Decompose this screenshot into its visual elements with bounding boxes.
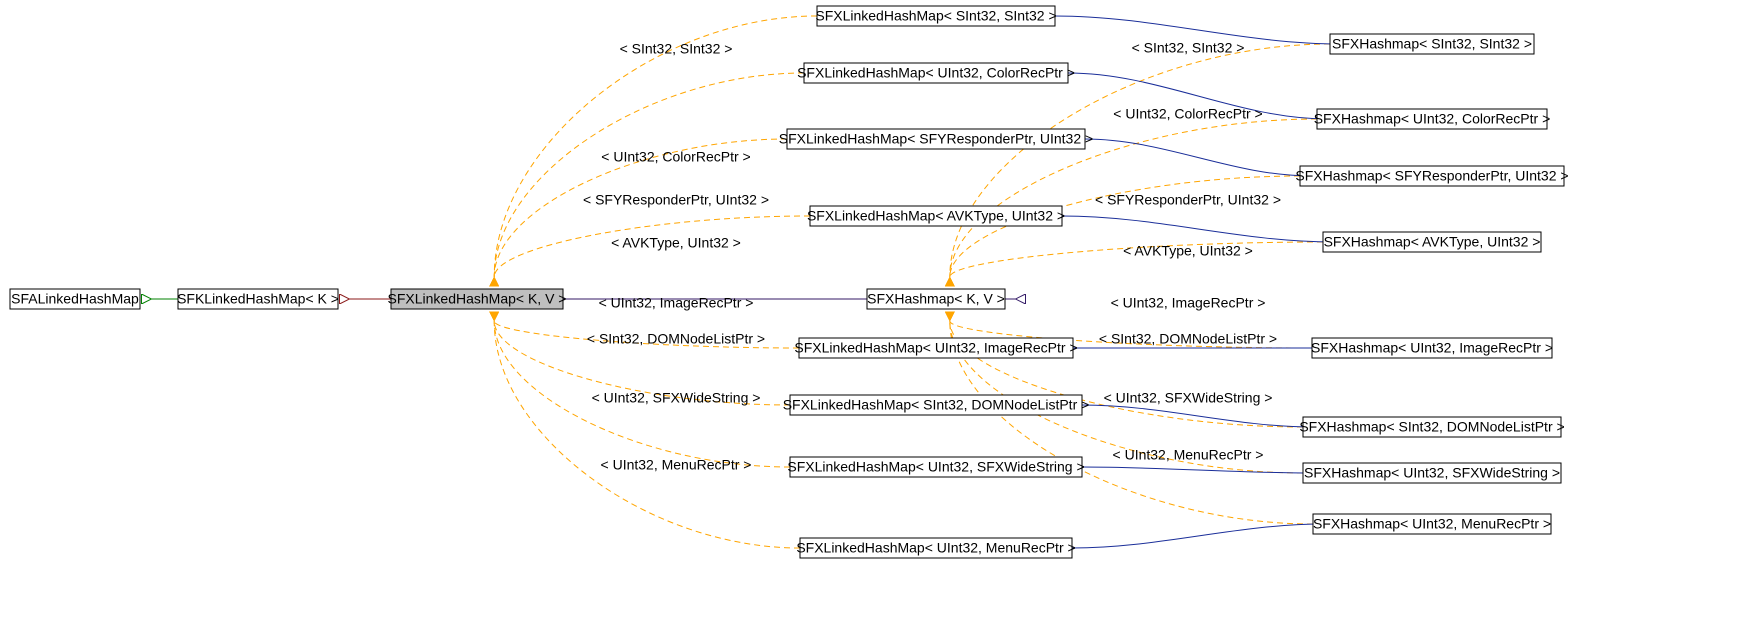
edge-label-HASH_S32-to-HASH_KV: < SInt32, SInt32 >	[1132, 40, 1245, 56]
edge-label-HASH_AVK-to-HASH_KV: < AVKType, UInt32 >	[1123, 243, 1253, 259]
node-HASH_WS[interactable]: SFXHashmap< UInt32, SFXWideString >	[1303, 463, 1561, 483]
node-label-HASH_AVK: SFXHashmap< AVKType, UInt32 >	[1324, 234, 1541, 250]
node-HASH_IMG[interactable]: SFXHashmap< UInt32, ImageRecPtr >	[1311, 338, 1553, 358]
edge-SFX_MENU-to-SFX_KV	[494, 321, 800, 548]
inheritance-diagram: < SInt32, SInt32 > < UInt32, ColorRecPtr …	[0, 0, 1760, 636]
node-label-HASH_CLR: SFXHashmap< UInt32, ColorRecPtr >	[1314, 111, 1551, 127]
node-label-SFX_CLR: SFXLinkedHashMap< UInt32, ColorRecPtr >	[797, 65, 1075, 81]
edge-SFX_AVK-to-HASH_AVK	[1062, 216, 1334, 242]
node-SFX_CLR[interactable]: SFXLinkedHashMap< UInt32, ColorRecPtr >	[797, 63, 1075, 83]
node-label-SFX_AVK: SFXLinkedHashMap< AVKType, UInt32 >	[807, 208, 1065, 224]
edge-SFX_WS-to-HASH_WS	[1082, 467, 1314, 473]
edge-label-SFX_RSP-to-SFX_KV: < SFYResponderPtr, UInt32 >	[583, 192, 769, 208]
node-SFX_RSP[interactable]: SFXLinkedHashMap< SFYResponderPtr, UInt3…	[779, 129, 1093, 149]
node-label-SFX_RSP: SFXLinkedHashMap< SFYResponderPtr, UInt3…	[779, 131, 1093, 147]
edge-SFX_MENU-to-HASH_MENU	[1072, 524, 1324, 548]
node-HASH_AVK[interactable]: SFXHashmap< AVKType, UInt32 >	[1323, 232, 1541, 252]
node-label-SFX_DOM: SFXLinkedHashMap< SInt32, DOMNodeListPtr…	[783, 397, 1090, 413]
edge-label-HASH_RSP-to-HASH_KV: < SFYResponderPtr, UInt32 >	[1095, 192, 1281, 208]
node-SFA[interactable]: SFALinkedHashMap	[10, 289, 140, 309]
edge-SFX_DOM-to-HASH_DOM	[1082, 405, 1314, 427]
edge-label-SFX_CLR-to-SFX_KV: < UInt32, ColorRecPtr >	[601, 149, 750, 165]
edge-label-HASH_DOM-to-HASH_KV: < SInt32, DOMNodeListPtr >	[1099, 331, 1277, 347]
node-label-SFX_S32: SFXLinkedHashMap< SInt32, SInt32 >	[815, 8, 1056, 24]
edge-SFX_RSP-to-HASH_RSP	[1085, 139, 1311, 176]
node-label-SFX_KV: SFXLinkedHashMap< K, V >	[388, 291, 567, 307]
edge-label-SFX_S32-to-SFX_KV: < SInt32, SInt32 >	[620, 41, 733, 57]
node-HASH_RSP[interactable]: SFXHashmap< SFYResponderPtr, UInt32 >	[1295, 166, 1568, 186]
edge-label-SFX_WS-to-SFX_KV: < UInt32, SFXWideString >	[592, 390, 761, 406]
node-label-HASH_IMG: SFXHashmap< UInt32, ImageRecPtr >	[1311, 340, 1553, 356]
node-SFX_WS[interactable]: SFXLinkedHashMap< UInt32, SFXWideString …	[787, 457, 1084, 477]
node-HASH_KV[interactable]: SFXHashmap< K, V >	[867, 289, 1005, 309]
edge-label-SFX_IMG-to-SFX_KV: < UInt32, ImageRecPtr >	[599, 295, 754, 311]
node-label-HASH_S32: SFXHashmap< SInt32, SInt32 >	[1332, 36, 1532, 52]
node-label-SFX_WS: SFXLinkedHashMap< UInt32, SFXWideString …	[787, 459, 1084, 475]
edge-label-HASH_CLR-to-HASH_KV: < UInt32, ColorRecPtr >	[1113, 106, 1262, 122]
node-SFX_MENU[interactable]: SFXLinkedHashMap< UInt32, MenuRecPtr >	[796, 538, 1075, 558]
edge-label-HASH_WS-to-HASH_KV: < UInt32, SFXWideString >	[1104, 390, 1273, 406]
node-SFK[interactable]: SFKLinkedHashMap< K >	[177, 289, 339, 309]
node-label-SFK: SFKLinkedHashMap< K >	[177, 291, 339, 307]
node-HASH_DOM[interactable]: SFXHashmap< SInt32, DOMNodeListPtr >	[1299, 417, 1564, 437]
node-label-SFX_IMG: SFXLinkedHashMap< UInt32, ImageRecPtr >	[794, 340, 1077, 356]
edge-label-SFX_AVK-to-SFX_KV: < AVKType, UInt32 >	[611, 235, 741, 251]
edge-label-HASH_IMG-to-HASH_KV: < UInt32, ImageRecPtr >	[1111, 295, 1266, 311]
node-label-HASH_DOM: SFXHashmap< SInt32, DOMNodeListPtr >	[1299, 419, 1564, 435]
node-HASH_MENU[interactable]: SFXHashmap< UInt32, MenuRecPtr >	[1313, 514, 1551, 534]
node-SFX_IMG[interactable]: SFXLinkedHashMap< UInt32, ImageRecPtr >	[794, 338, 1077, 358]
node-label-HASH_MENU: SFXHashmap< UInt32, MenuRecPtr >	[1313, 516, 1551, 532]
node-HASH_S32[interactable]: SFXHashmap< SInt32, SInt32 >	[1330, 34, 1534, 54]
node-label-SFX_MENU: SFXLinkedHashMap< UInt32, MenuRecPtr >	[796, 540, 1075, 556]
edge-label-SFX_DOM-to-SFX_KV: < SInt32, DOMNodeListPtr >	[587, 331, 765, 347]
node-label-HASH_RSP: SFXHashmap< SFYResponderPtr, UInt32 >	[1295, 168, 1568, 184]
node-SFX_S32[interactable]: SFXLinkedHashMap< SInt32, SInt32 >	[815, 6, 1056, 26]
node-label-SFA: SFALinkedHashMap	[11, 291, 139, 307]
node-label-HASH_WS: SFXHashmap< UInt32, SFXWideString >	[1304, 465, 1560, 481]
node-SFX_KV[interactable]: SFXLinkedHashMap< K, V >	[388, 289, 567, 309]
edge-label-SFX_MENU-to-SFX_KV: < UInt32, MenuRecPtr >	[601, 457, 752, 473]
nodes-layer: SFALinkedHashMap SFKLinkedHashMap< K > SFX…	[10, 6, 1569, 558]
edge-label-HASH_MENU-to-HASH_KV: < UInt32, MenuRecPtr >	[1113, 447, 1264, 463]
node-SFX_DOM[interactable]: SFXLinkedHashMap< SInt32, DOMNodeListPtr…	[783, 395, 1090, 415]
node-label-HASH_KV: SFXHashmap< K, V >	[867, 291, 1005, 307]
node-HASH_CLR[interactable]: SFXHashmap< UInt32, ColorRecPtr >	[1314, 109, 1551, 129]
node-SFX_AVK[interactable]: SFXLinkedHashMap< AVKType, UInt32 >	[807, 206, 1065, 226]
